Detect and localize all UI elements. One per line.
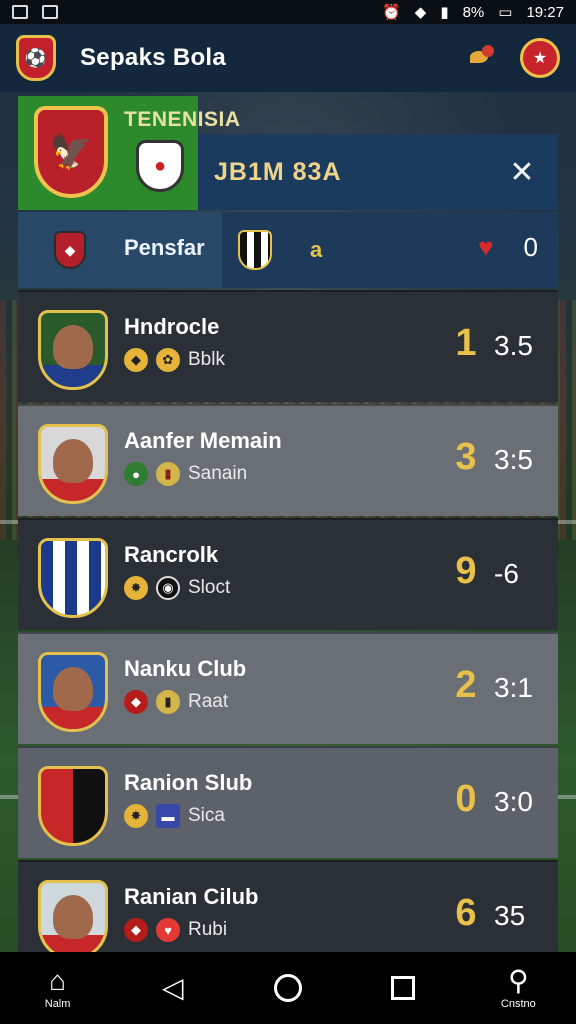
team-subtitle: ◆ ✿ Bblk	[124, 348, 225, 372]
team-score: 3.5	[494, 330, 533, 361]
flag-icon: ▬	[156, 804, 180, 828]
crest-icon: ◆	[54, 231, 86, 269]
close-icon[interactable]: ✕	[502, 152, 542, 192]
nav-back[interactable]: ◁	[133, 973, 213, 1003]
list-item[interactable]: Hndrocle ◆ ✿ Bblk 1 3.5	[18, 290, 558, 402]
team-subtitle: ✸ ◉ Sloct	[124, 576, 230, 600]
club-crest-badge	[38, 766, 108, 846]
star-icon: ✸	[124, 804, 148, 828]
team-subtitle: ◆ ▮ Raat	[124, 690, 228, 714]
square-icon	[391, 976, 416, 1000]
bird-icon[interactable]	[468, 45, 498, 71]
team-name: Ranian Cilub	[124, 884, 259, 909]
status-bar: ⏰ ◆ ▮ 8% ▭ 19:27	[0, 0, 576, 24]
filter-count: 0	[523, 232, 538, 262]
nav-home-label: Nalm	[44, 998, 71, 1010]
team-crest-icon: ◆	[124, 690, 148, 714]
search-icon: ⚲	[508, 965, 529, 996]
feature-score-bar: JB1M 83A ✕	[198, 134, 558, 210]
feature-label: TENENISIA	[124, 108, 241, 131]
striped-crest-icon	[238, 230, 272, 270]
feature-score: JB1M 83A	[214, 157, 342, 186]
list-item[interactable]: Nanku Club ◆ ▮ Raat 2 3:1	[18, 632, 558, 744]
team-sub-label: Rubi	[188, 919, 228, 940]
nav-home-circle[interactable]	[248, 974, 328, 1002]
heart-icon: ♥	[156, 918, 180, 942]
team-sub-label: Sica	[188, 805, 225, 826]
back-icon: ◁	[162, 972, 184, 1003]
heart-icon[interactable]: ♥	[478, 232, 493, 263]
player-badge	[38, 880, 108, 960]
filter-actions: ♥ 0	[478, 232, 538, 263]
player-badge	[38, 424, 108, 504]
team-sub-label: Sanain	[188, 463, 248, 484]
nav-search[interactable]: ⚲ Cnstno	[478, 965, 558, 1011]
team-crest-icon: ◆	[124, 918, 148, 942]
team-sub-label: Bblk	[188, 349, 225, 370]
team-rank: 1	[455, 322, 477, 364]
status-right: ⏰ ◆ ▮ 8% ▭ 19:27	[382, 3, 564, 22]
team-rank: 3	[455, 436, 477, 478]
list-item[interactable]: Ranian Cilub ◆ ♥ Rubi 6 35	[18, 860, 558, 960]
list-item[interactable]: Aanfer Memain ● ▮ Sanain 3 3:5	[18, 404, 558, 516]
image-icon	[12, 5, 28, 19]
team-name: Nanku Club	[124, 656, 247, 681]
nav-recents[interactable]	[363, 976, 443, 1000]
feature-crest-icon: 🦅	[34, 106, 108, 198]
battery-icon: ▭	[498, 4, 513, 21]
app-bar-actions: ★	[468, 38, 560, 78]
home-icon: ⌂	[49, 965, 67, 996]
team-crest-icon: ●	[124, 462, 148, 486]
battery-percent: 8%	[462, 3, 485, 21]
list-item[interactable]: Ranion Slub ✸ ▬ Sica 0 3:0	[18, 746, 558, 858]
team-score: 35	[494, 900, 526, 931]
app-bar: ⚽ Sepaks Bola ★	[0, 24, 576, 92]
club-badge-icon[interactable]: ★	[520, 38, 560, 78]
filter-label: Pensfar	[124, 235, 205, 260]
flower-icon: ✿	[156, 348, 180, 372]
nav-home[interactable]: ⌂ Nalm	[18, 965, 98, 1011]
wifi-icon: ◆	[414, 4, 427, 21]
team-sub-label: Sloct	[188, 577, 231, 598]
player-badge	[38, 652, 108, 732]
feature-crest-icon: ●	[136, 140, 184, 192]
team-sub-label: Raat	[188, 691, 229, 712]
app-logo[interactable]: ⚽	[16, 35, 56, 81]
status-time: 19:27	[526, 3, 564, 21]
filter-middle: a	[238, 230, 322, 270]
team-name: Aanfer Memain	[124, 428, 282, 453]
team-subtitle: ✸ ▬ Sica	[124, 804, 225, 828]
filter-row[interactable]: ◆ Pensfar a ♥ 0	[18, 212, 558, 288]
team-score: 3:1	[494, 672, 533, 703]
striped-crest-icon: ▮	[156, 690, 180, 714]
team-crest-icon: ◆	[124, 348, 148, 372]
team-score: 3:0	[494, 786, 533, 817]
team-rank: 9	[455, 550, 477, 592]
gallery-icon	[42, 5, 58, 19]
bottom-navigation: ⌂ Nalm ◁ ⚲ Cnstno	[0, 952, 576, 1024]
nav-search-label: Cnstno	[500, 998, 536, 1010]
status-left	[12, 5, 58, 19]
team-subtitle: ● ▮ Sanain	[124, 462, 247, 486]
list-item[interactable]: Rancrolk ✸ ◉ Sloct 9 -6	[18, 518, 558, 630]
team-name: Rancrolk	[124, 542, 219, 567]
team-subtitle: ◆ ♥ Rubi	[124, 918, 227, 942]
signal-icon: ▮	[440, 4, 449, 21]
alarm-icon: ⏰	[382, 4, 401, 21]
filter-letter: a	[310, 237, 323, 262]
team-rank: 0	[455, 778, 477, 820]
team-score: -6	[494, 558, 519, 589]
striped-crest-icon: ▮	[156, 462, 180, 486]
app-title: Sepaks Bola	[80, 44, 227, 71]
team-name: Ranion Slub	[124, 770, 253, 795]
team-name: Hndrocle	[124, 314, 220, 339]
team-rank: 6	[455, 892, 477, 934]
team-rank: 2	[455, 664, 477, 706]
team-score: 3:5	[494, 444, 533, 475]
circle-icon	[273, 974, 302, 1002]
star-icon: ✸	[124, 576, 148, 600]
ball-icon: ◉	[156, 576, 180, 600]
club-crest-badge	[38, 538, 108, 618]
player-badge	[38, 310, 108, 390]
